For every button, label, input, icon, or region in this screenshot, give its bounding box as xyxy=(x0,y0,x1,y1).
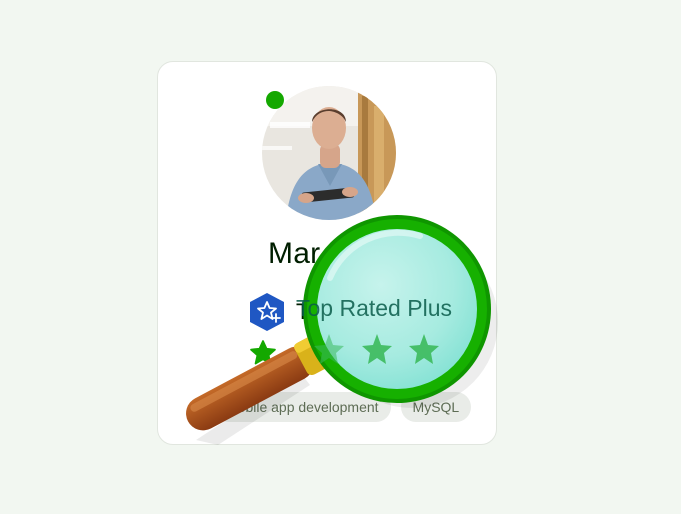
star-icon xyxy=(344,340,370,365)
online-status-dot xyxy=(266,91,284,109)
star-icon xyxy=(438,340,464,365)
star-icon xyxy=(297,340,323,365)
skills-list: Mobile app development MySQL xyxy=(214,392,472,422)
badge-label: Top Rated Plus xyxy=(296,299,446,324)
freelancer-name[interactable]: Mar xyxy=(268,237,320,271)
stage: Mar Top Rated Plus Mobile app developmen… xyxy=(0,0,681,514)
freelancer-card[interactable]: Mar Top Rated Plus Mobile app developmen… xyxy=(157,61,497,445)
star-icon xyxy=(391,340,417,365)
skill-chip[interactable]: MySQL xyxy=(400,392,472,422)
avatar-photo xyxy=(262,86,396,220)
avatar-wrap xyxy=(262,86,396,220)
avatar[interactable] xyxy=(262,86,396,220)
rating-stars xyxy=(248,338,483,368)
star-plus-hexagon-icon xyxy=(250,293,284,331)
skill-chip[interactable]: Mobile app development xyxy=(214,392,391,422)
star-icon xyxy=(250,340,276,365)
badge-row: Top Rated Plus xyxy=(248,292,445,332)
